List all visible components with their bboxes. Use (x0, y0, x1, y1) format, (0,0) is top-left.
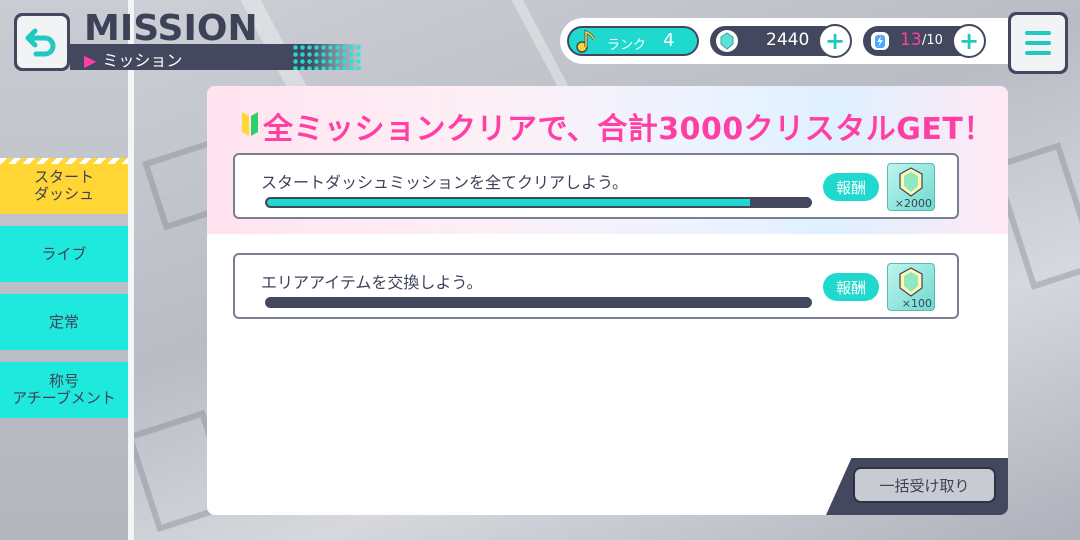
mission-progress-bar (265, 297, 812, 308)
beginner-leaf-icon (242, 112, 258, 136)
crystal-icon (716, 30, 738, 52)
add-crystal-button[interactable]: + (818, 24, 852, 58)
tab-regular[interactable]: 定常 (0, 294, 128, 350)
banner-title: 全ミッションクリアで、合計3000クリスタルGET！ (263, 112, 994, 147)
add-energy-button[interactable]: + (952, 24, 986, 58)
progress-fill (267, 199, 751, 206)
reward-item[interactable]: ×2000 (887, 163, 935, 211)
left-menu-divider (128, 0, 134, 540)
tab-label: 称号 アチーブメント (12, 372, 116, 407)
mission-text: エリアアイテムを交換しよう。 (261, 273, 483, 292)
claim-all-label: 一括受け取り (879, 476, 970, 495)
tab-label: スタート ダッシュ (33, 168, 94, 203)
plus-icon: + (958, 27, 980, 55)
crystal-icon (899, 167, 923, 197)
reward-quantity: ×100 (901, 297, 932, 310)
reward-quantity: ×2000 (894, 197, 932, 210)
energy-bottle-icon (871, 32, 889, 50)
reward-label: 報酬 (823, 173, 879, 201)
page-title-jp: ▶ ミッション (84, 47, 182, 71)
tab-achievement[interactable]: 称号 アチーブメント (0, 362, 128, 418)
rank-value: 4 (663, 30, 675, 51)
mission-row: スタートダッシュミッションを全てクリアしよう。 報酬 ×2000 (233, 153, 959, 219)
mission-progress-bar (265, 197, 812, 208)
mission-panel: 全ミッションクリアで、合計3000クリスタルGET！ スタートダッシュミッション… (207, 86, 1008, 515)
reward-label: 報酬 (823, 273, 879, 301)
plus-icon: + (824, 27, 846, 55)
page-title-jp-text: ミッション (102, 51, 183, 70)
mission-row: エリアアイテムを交換しよう。 報酬 ×100 (233, 253, 959, 319)
music-note-icon (576, 29, 596, 53)
mission-text: スタートダッシュミッションを全てクリアしよう。 (261, 173, 629, 192)
back-arrow-icon (25, 28, 56, 57)
dot-pattern (292, 44, 362, 70)
rank-badge[interactable]: ランク 4 (567, 26, 699, 56)
tab-live[interactable]: ライブ (0, 226, 128, 282)
back-button[interactable] (14, 13, 70, 71)
triangle-icon: ▶ (84, 51, 97, 70)
energy-current: 13 (900, 30, 922, 50)
page-title-en: MISSION (84, 8, 258, 49)
crystal-count: 2440 (766, 30, 810, 50)
crystal-icon (899, 267, 923, 297)
hamburger-icon (1011, 15, 1065, 71)
claim-all-button[interactable]: 一括受け取り (853, 467, 996, 503)
menu-button[interactable] (1008, 12, 1068, 74)
tab-label: 定常 (48, 312, 79, 331)
energy-max: /10 (922, 33, 943, 48)
reward-item[interactable]: ×100 (887, 263, 935, 311)
tab-start-dash[interactable]: スタート ダッシュ (0, 158, 128, 214)
tab-label: ライブ (41, 244, 87, 263)
rank-label: ランク (607, 38, 647, 53)
